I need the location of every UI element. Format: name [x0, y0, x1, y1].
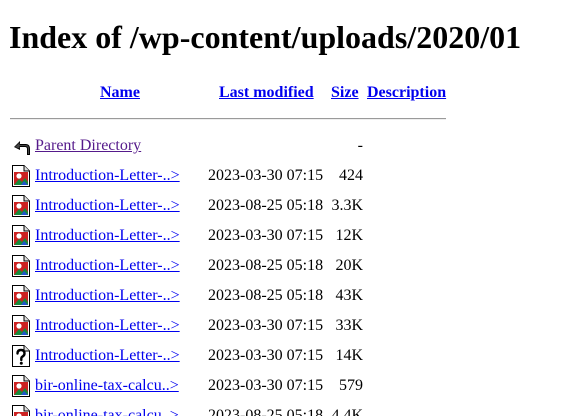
image-file-icon [11, 165, 31, 187]
page-title: Index of /wp-content/uploads/2020/01 [9, 19, 522, 55]
file-size: 33K [335, 317, 363, 334]
file-link[interactable]: bir-online-tax-calcu..> [35, 406, 179, 416]
image-file-icon [11, 285, 31, 307]
image-file-icon [11, 375, 31, 397]
file-last-modified: 2023-08-25 05:18 [208, 257, 324, 274]
file-size: 20K [335, 257, 363, 274]
file-row: Introduction-Letter-..> 2023-08-25 05:18… [0, 255, 561, 285]
back-arrow-icon [11, 135, 31, 157]
file-link[interactable]: Introduction-Letter-..> [35, 256, 180, 276]
file-last-modified: 2023-03-30 07:15 [208, 167, 324, 184]
file-size: 3.3K [331, 197, 363, 214]
image-file-icon [11, 225, 31, 247]
file-link[interactable]: bir-online-tax-calcu..> [35, 376, 179, 396]
header-divider [10, 118, 446, 120]
column-header-name: Name [100, 83, 140, 103]
file-size: 579 [339, 377, 363, 394]
file-last-modified: 2023-03-30 07:15 [208, 317, 324, 334]
file-size: 12K [335, 227, 363, 244]
image-file-icon [11, 255, 31, 277]
file-row: Introduction-Letter-..> 2023-08-25 05:18… [0, 195, 561, 225]
image-file-icon [11, 195, 31, 217]
sort-by-description-link[interactable]: Description [367, 84, 446, 101]
column-header-size: Size [331, 83, 359, 103]
file-link[interactable]: Introduction-Letter-..> [35, 346, 180, 366]
file-row: bir-online-tax-calcu..> 2023-08-25 05:18… [0, 405, 561, 416]
sort-by-size-link[interactable]: Size [331, 84, 359, 101]
file-row: Introduction-Letter-..> 2023-08-25 05:18… [0, 285, 561, 315]
file-last-modified: 2023-08-25 05:18 [208, 197, 324, 214]
file-last-modified: 2023-03-30 07:15 [208, 377, 324, 394]
file-size: 4.4K [331, 407, 363, 416]
file-row: Introduction-Letter-..> 2023-03-30 07:15… [0, 225, 561, 255]
file-last-modified: 2023-03-30 07:15 [208, 227, 324, 244]
parent-directory-row: Parent Directory - [0, 135, 561, 165]
column-header-description: Description [367, 83, 446, 103]
file-size: 14K [335, 347, 363, 364]
sort-by-last-modified-link[interactable]: Last modified [219, 84, 314, 101]
file-link[interactable]: Introduction-Letter-..> [35, 316, 180, 336]
file-row: bir-online-tax-calcu..> 2023-03-30 07:15… [0, 375, 561, 405]
file-last-modified: 2023-03-30 07:15 [208, 347, 324, 364]
file-last-modified: 2023-08-25 05:18 [208, 407, 324, 416]
file-size: 424 [339, 167, 363, 184]
image-file-icon [11, 405, 31, 416]
column-header-last-modified: Last modified [219, 83, 314, 103]
file-link[interactable]: Introduction-Letter-..> [35, 166, 180, 186]
file-link[interactable]: Introduction-Letter-..> [35, 226, 180, 246]
parent-directory-size: - [357, 137, 363, 154]
image-file-icon [11, 315, 31, 337]
file-row: Introduction-Letter-..> 2023-03-30 07:15… [0, 165, 561, 195]
file-row: Introduction-Letter-..> 2023-03-30 07:15… [0, 345, 561, 375]
file-link[interactable]: Introduction-Letter-..> [35, 286, 180, 306]
file-size: 43K [335, 287, 363, 304]
file-link[interactable]: Introduction-Letter-..> [35, 196, 180, 216]
unknown-file-icon [11, 345, 31, 367]
parent-directory-link[interactable]: Parent Directory [35, 136, 141, 156]
file-row: Introduction-Letter-..> 2023-03-30 07:15… [0, 315, 561, 345]
file-last-modified: 2023-08-25 05:18 [208, 287, 324, 304]
sort-by-name-link[interactable]: Name [100, 84, 140, 101]
